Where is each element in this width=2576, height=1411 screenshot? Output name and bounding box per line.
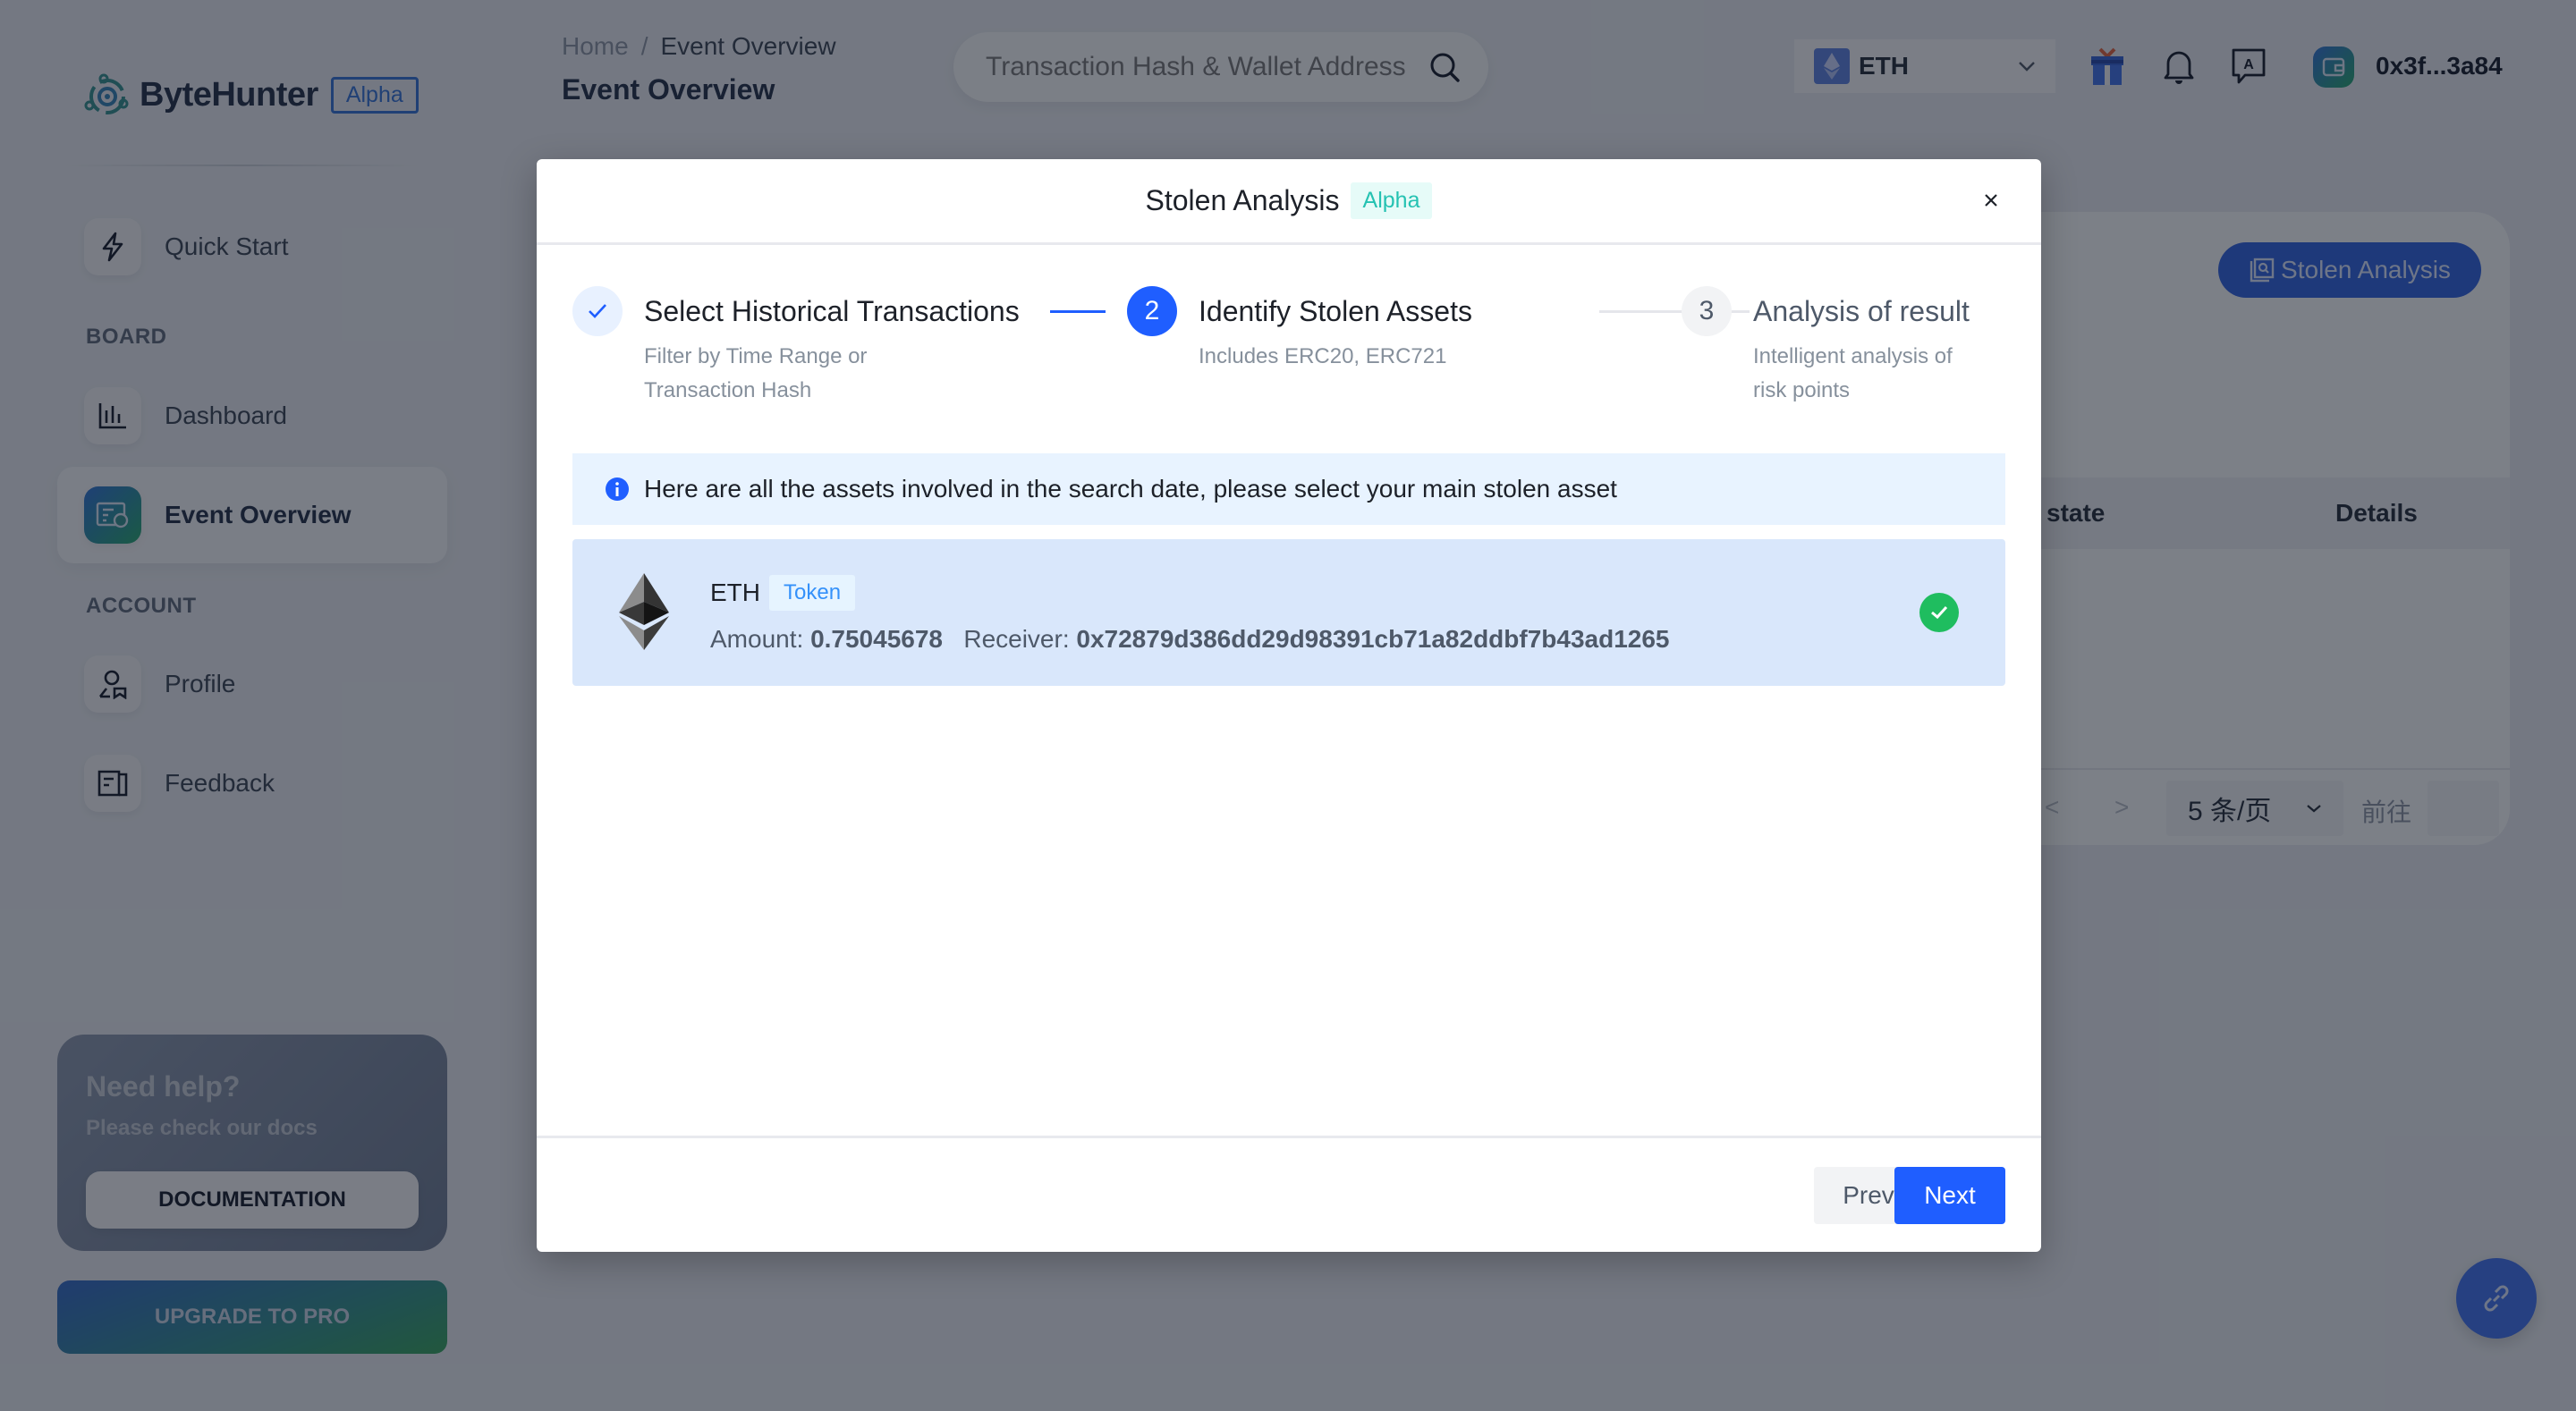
step-title: Identify Stolen Assets xyxy=(1199,295,1472,327)
asset-details: Amount: 0.75045678 Receiver: 0x72879d386… xyxy=(710,625,1670,654)
check-icon xyxy=(589,304,606,318)
stolen-analysis-modal: Stolen Analysis Alpha Select Historical … xyxy=(537,159,2041,1252)
step-description: Filter by Time Range or Transaction Hash xyxy=(644,344,868,402)
info-alert: Here are all the assets involved in the … xyxy=(572,453,2005,525)
receiver-address: 0x72879d386dd29d98391cb71a82ddbf7b43ad12… xyxy=(1076,625,1670,653)
step-title: Analysis of result xyxy=(1753,295,1970,327)
step-title: Select Historical Transactions xyxy=(644,295,1020,327)
steps: Select Historical Transactions Filter by… xyxy=(572,286,2005,411)
ethereum-logo-icon xyxy=(619,573,669,650)
close-icon xyxy=(1985,194,1997,207)
receiver-label: Receiver: xyxy=(963,625,1070,653)
modal-alpha-badge: Alpha xyxy=(1350,182,1433,219)
asset-name: ETH Token xyxy=(710,575,856,611)
amount-value: 0.75045678 xyxy=(810,625,943,653)
step-description: Intelligent analysis of risk points xyxy=(1753,344,1953,402)
step-description: Includes ERC20, ERC721 xyxy=(1199,344,1447,368)
modal-title: Stolen Analysis xyxy=(1145,184,1340,216)
asset-type-tag: Token xyxy=(769,575,856,611)
selected-check-icon xyxy=(1919,593,1959,632)
step-done-icon xyxy=(572,286,623,336)
step-2: 2 Identify Stolen Assets Includes ERC20,… xyxy=(1127,286,1472,374)
step-number: 2 xyxy=(1127,286,1177,336)
close-button[interactable] xyxy=(1977,186,2005,215)
next-button[interactable]: Next xyxy=(1894,1167,2005,1224)
step-1: Select Historical Transactions Filter by… xyxy=(572,286,1020,408)
step-connector-done xyxy=(1050,310,1106,313)
step-3: 3 Analysis of result Intelligent analysi… xyxy=(1682,286,1970,408)
modal-header: Stolen Analysis Alpha xyxy=(537,159,2041,245)
info-icon xyxy=(606,477,629,501)
amount-label: Amount: xyxy=(710,625,804,653)
asset-item-eth[interactable]: ETH Token Amount: 0.75045678 Receiver: 0… xyxy=(572,539,2005,686)
step-number: 3 xyxy=(1682,286,1732,336)
modal-footer: Prev Next xyxy=(537,1136,2041,1252)
alert-text: Here are all the assets involved in the … xyxy=(644,475,1617,503)
